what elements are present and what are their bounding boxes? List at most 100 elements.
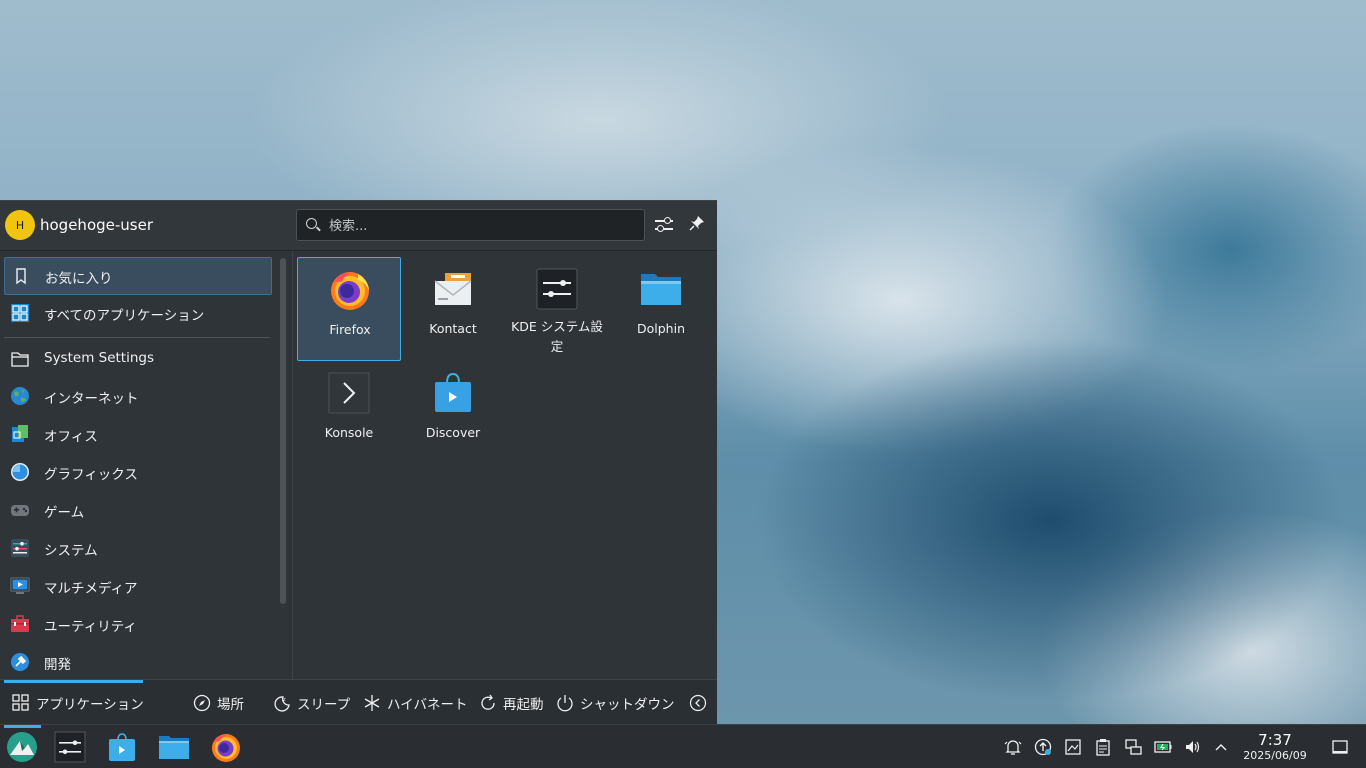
snowflake-icon — [364, 695, 380, 711]
launcher-header: H hogehoge-user — [0, 201, 717, 251]
user-name: hogehoge-user — [40, 216, 153, 234]
clock-time[interactable]: 7:37 — [1240, 731, 1310, 749]
clock-date[interactable]: 2025/06/09 — [1236, 749, 1314, 762]
panel-divider — [292, 251, 293, 679]
sidebar-item-label: ユーティリティ — [44, 619, 137, 635]
configure-icon[interactable] — [653, 214, 675, 236]
app-grid-icon — [11, 304, 29, 322]
development-icon — [11, 653, 29, 671]
sidebar-item-internet[interactable]: インターネット — [4, 378, 270, 414]
firefox-icon — [331, 272, 369, 310]
button-label: シャットダウン — [580, 697, 675, 713]
tab-applications[interactable]: アプリケーション — [4, 680, 144, 726]
app-label: Firefox — [329, 322, 371, 337]
sidebar-item-label: ゲーム — [44, 505, 85, 521]
tab-label: 場所 — [217, 697, 244, 713]
category-sidebar: お気に入り すべてのアプリケーション System Settings インターネ… — [0, 251, 276, 679]
button-label: ハイバネート — [387, 697, 468, 713]
kontact-icon — [434, 273, 472, 305]
favorite-app-discover[interactable]: Discover — [401, 361, 505, 465]
sidebar-item-office[interactable]: オフィス — [4, 416, 270, 452]
folder-icon — [11, 352, 29, 367]
multimedia-icon — [10, 577, 30, 594]
sidebar-item-label: 開発 — [44, 657, 71, 673]
user-avatar[interactable]: H — [5, 210, 35, 240]
system-icon — [11, 539, 29, 557]
taskbar: 7:37 2025/06/09 — [0, 724, 1366, 768]
updates-icon[interactable] — [1034, 738, 1052, 756]
folder-icon — [641, 274, 681, 305]
restart-icon — [481, 694, 495, 710]
notifications-icon[interactable] — [1004, 738, 1022, 756]
gamepad-icon — [11, 505, 29, 516]
app-label: Discover — [425, 425, 481, 440]
sidebar-item-all-applications[interactable]: すべてのアプリケーション — [4, 295, 270, 331]
launcher-active-indicator — [4, 725, 41, 728]
battery-icon[interactable] — [1154, 738, 1172, 756]
settings-icon — [536, 268, 578, 310]
sidebar-separator — [4, 337, 270, 338]
application-launcher-icon[interactable] — [6, 731, 38, 763]
volume-icon[interactable] — [1184, 738, 1202, 756]
application-launcher: H hogehoge-user お気に入り すべてのアプリケーション Syste… — [0, 200, 717, 726]
sidebar-item-graphics[interactable]: グラフィックス — [4, 454, 270, 490]
search-field[interactable] — [296, 209, 645, 242]
network-icon[interactable] — [1124, 738, 1142, 756]
clipboard-icon[interactable] — [1094, 738, 1112, 756]
app-grid-icon — [12, 694, 29, 711]
search-icon — [306, 218, 317, 229]
utilities-icon — [11, 615, 29, 632]
sidebar-item-label: オフィス — [44, 429, 98, 445]
button-label: スリープ — [297, 697, 351, 713]
chevron-left-icon — [689, 694, 707, 712]
show-desktop-icon[interactable] — [1331, 738, 1349, 756]
sidebar-item-label: グラフィックス — [44, 467, 138, 483]
tab-label: アプリケーション — [36, 697, 144, 713]
chevron-up-icon[interactable] — [1212, 738, 1230, 756]
sidebar-item-label: System Settings — [44, 350, 155, 366]
favorite-app-konsole[interactable]: Konsole — [297, 361, 401, 465]
sleep-icon: z — [274, 696, 290, 712]
app-label: Konsole — [324, 425, 374, 440]
compass-icon — [193, 694, 211, 712]
more-options-button[interactable] — [689, 693, 707, 713]
favorite-app-dolphin[interactable]: Dolphin — [609, 257, 713, 361]
sidebar-item-favorites[interactable]: お気に入り — [4, 257, 272, 295]
sidebar-item-label: お気に入り — [45, 271, 113, 287]
sidebar-item-system-settings[interactable]: System Settings — [4, 341, 270, 377]
sidebar-scrollbar[interactable] — [280, 258, 286, 604]
globe-icon — [11, 387, 29, 405]
sidebar-item-games[interactable]: ゲーム — [4, 492, 270, 528]
favorites-grid: Firefox Kontact KDE システム設定 Dolphin Konso… — [296, 257, 712, 677]
pin-icon[interactable] — [686, 214, 708, 236]
sidebar-item-development[interactable]: 開発 — [4, 644, 270, 680]
store-icon[interactable] — [106, 731, 138, 763]
sidebar-item-label: マルチメディア — [44, 581, 138, 597]
settings-icon[interactable] — [54, 731, 86, 763]
favorite-app-kontact[interactable]: Kontact — [401, 257, 505, 361]
app-label: Kontact — [429, 321, 477, 336]
sidebar-item-label: システム — [44, 543, 98, 559]
sidebar-item-system[interactable]: システム — [4, 530, 270, 566]
sidebar-item-utilities[interactable]: ユーティリティ — [4, 606, 270, 642]
svg-text:z: z — [283, 697, 286, 703]
active-tab-indicator — [4, 680, 143, 683]
store-icon — [435, 372, 471, 412]
screenshot-icon[interactable] — [1064, 738, 1082, 756]
favorite-app-kde-system-settings[interactable]: KDE システム設定 — [505, 257, 609, 361]
folder-icon[interactable] — [158, 731, 190, 763]
app-label: Dolphin — [637, 321, 685, 336]
terminal-icon — [328, 372, 370, 414]
button-label: 再起動 — [503, 697, 544, 713]
sidebar-item-label: インターネット — [44, 391, 139, 407]
favorite-app-firefox[interactable]: Firefox — [297, 257, 401, 361]
bookmark-icon — [16, 268, 26, 285]
graphics-icon — [11, 463, 29, 481]
sidebar-item-label: すべてのアプリケーション — [44, 308, 205, 324]
firefox-icon[interactable] — [210, 731, 242, 763]
app-label: KDE システム設定 — [511, 319, 603, 354]
search-input[interactable] — [327, 210, 631, 242]
sidebar-item-multimedia[interactable]: マルチメディア — [4, 568, 270, 604]
power-icon — [557, 695, 573, 712]
office-icon — [12, 425, 28, 442]
